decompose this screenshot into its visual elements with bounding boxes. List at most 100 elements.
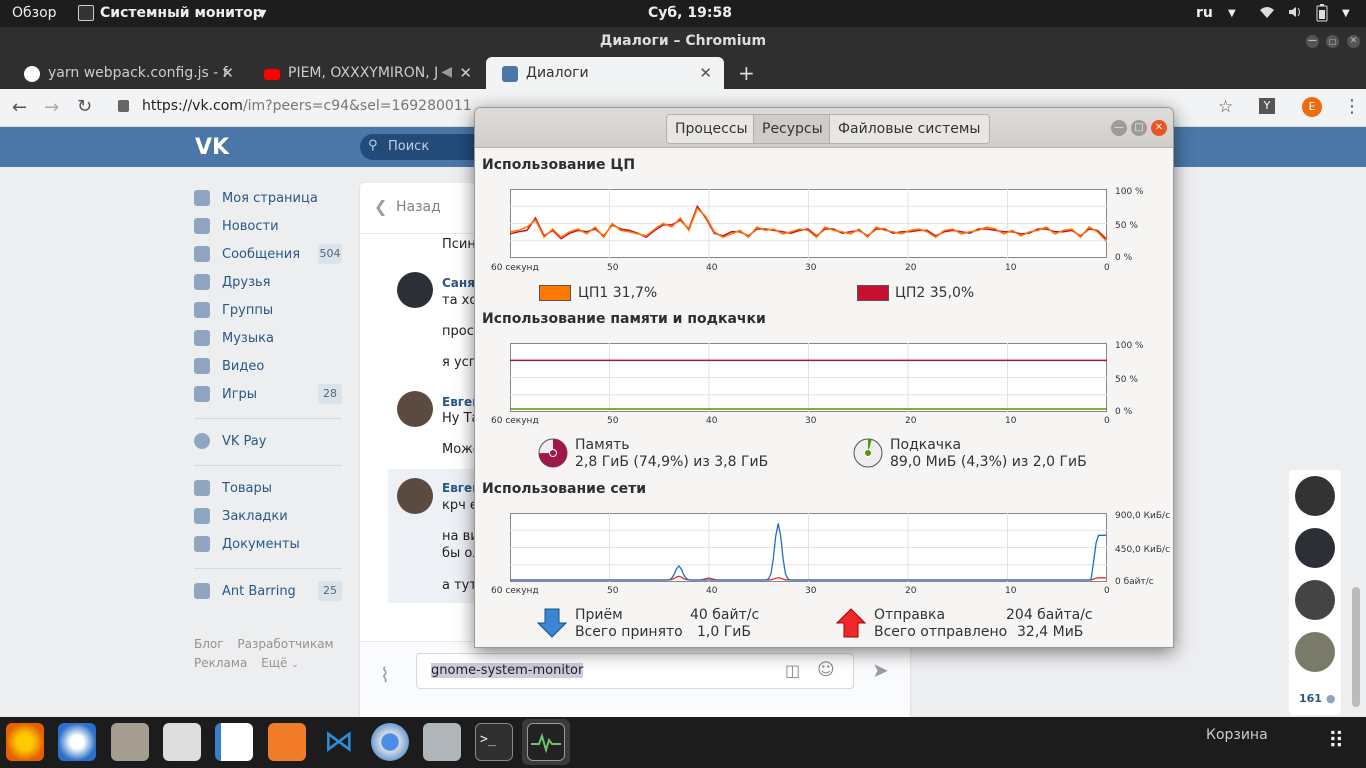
x-tick: 50 [607,416,619,426]
messages-badge: 504 [318,244,342,264]
close-icon[interactable]: ✕ [1347,35,1360,48]
games-badge: 28 [318,384,342,404]
camera-icon[interactable]: ◫ [785,661,800,680]
online-count[interactable]: 161 ● [1299,692,1335,705]
message-input[interactable]: gnome-system-monitor ◫ ☺ [416,653,854,689]
swap-pie-icon[interactable] [852,437,884,469]
window-title: Диалоги – Chromium [599,33,767,49]
close-icon[interactable]: ✕ [1151,120,1167,136]
menu-icon[interactable]: ⋮ [1343,96,1361,117]
close-tab-icon[interactable]: ✕ [459,64,472,82]
menu-label: Музыка [222,331,274,346]
send-total-label: Всего отправлено [874,624,1008,640]
avatar[interactable] [1295,528,1335,568]
footer-blog-link[interactable]: Блог [194,637,224,651]
avatar[interactable] [1295,476,1335,516]
receive-arrow-icon[interactable] [537,607,567,639]
bookmark-star-icon[interactable]: ☆ [1218,97,1233,117]
menu-label: Документы [222,537,300,552]
message-input-value: gnome-system-monitor [431,663,584,678]
app-menu[interactable]: Системный монитор [100,5,263,21]
footer-developers-link[interactable]: Разработчикам [237,637,333,651]
footer-ads-link[interactable]: Реклама [194,656,247,670]
tab-youtube[interactable]: PIEM, OXXXYMIRON, J ◀ ✕ [248,57,484,89]
disks-icon[interactable] [163,723,201,761]
activities-button[interactable]: Обзор [12,5,57,21]
files-icon[interactable] [111,723,149,761]
firefox-icon[interactable] [6,723,44,761]
thunderbird-icon[interactable] [58,723,96,761]
minimize-icon[interactable]: — [1111,120,1127,136]
search-icon: ⚲ [368,138,378,153]
send-rate: 204 байта/с [1006,607,1093,623]
divider [194,568,342,569]
back-chevron-icon[interactable]: ❮ [374,197,387,216]
avatar[interactable] [1295,632,1335,672]
memory-graph [510,343,1107,412]
trash-label[interactable]: Корзина [1206,727,1268,743]
x-tick: 60 секунд [491,586,539,596]
vscode-icon[interactable]: ⋈ [320,723,358,761]
mute-icon[interactable]: ◀ [441,64,452,80]
tab-dialogs[interactable]: Диалоги ✕ [486,57,724,89]
cpu1-color-swatch[interactable] [539,285,571,301]
send-arrow-icon[interactable] [836,607,866,639]
back-link[interactable]: Назад [396,199,441,215]
show-apps-icon[interactable]: ⠿ [1328,729,1344,754]
footer-more-link[interactable]: Ещё [261,656,287,670]
tab-processes[interactable]: Процессы [666,114,757,144]
scrollbar[interactable] [1352,587,1360,707]
memory-pie-icon[interactable] [537,437,569,469]
tab-label: yarn webpack.config.js - f [48,65,228,81]
clock[interactable]: Суб, 19:58 [648,5,732,21]
yandex-extension-icon[interactable]: Y [1259,98,1275,114]
tab-resources[interactable]: Ресурсы [753,114,832,144]
google-icon [24,66,40,82]
cpu2-color-swatch[interactable] [857,285,889,301]
profile-avatar[interactable]: E [1302,97,1322,117]
x-tick: 50 [607,263,619,273]
tab-filesystems[interactable]: Файловые системы [829,114,990,144]
groups-icon [194,302,210,318]
volume-icon[interactable] [1287,4,1303,24]
vk-logo-icon[interactable]: VK [195,135,229,160]
new-tab-icon[interactable]: + [738,61,755,85]
menu-label: Моя страница [222,191,318,206]
y-tick: 0 байт/с [1115,577,1154,587]
sysmon-headerbar: Процессы Ресурсы Файловые системы — □ ✕ [475,108,1173,148]
close-tab-icon[interactable]: ✕ [221,64,234,82]
chromium-icon[interactable] [371,723,409,761]
search-placeholder: Поиск [388,139,430,154]
x-tick: 30 [805,416,817,426]
avatar[interactable] [397,478,433,514]
wifi-icon[interactable] [1259,4,1275,24]
forward-icon[interactable]: → [44,97,59,118]
tab-webpack[interactable]: yarn webpack.config.js - f ✕ [8,57,246,89]
address-bar[interactable]: https://vk.com/im?peers=c94&sel=16928001… [142,98,472,114]
emoji-icon[interactable]: ☺ [817,660,835,680]
memory-section-title: Использование памяти и подкачки [482,311,766,327]
home-icon [194,190,210,206]
back-icon[interactable]: ← [12,97,27,118]
cpu-graph [510,189,1107,258]
attach-icon[interactable]: ⌇ [380,663,390,687]
maximize-icon[interactable]: □ [1326,35,1339,48]
chevron-down-icon: ▼ [1228,8,1236,19]
message-author[interactable]: Саня [442,276,475,290]
minimize-icon[interactable]: — [1306,35,1319,48]
sysmon-icon[interactable] [527,723,565,761]
writer-icon[interactable] [215,723,253,761]
close-tab-icon[interactable]: ✕ [699,64,712,82]
settings-icon[interactable] [423,723,461,761]
reload-icon[interactable]: ↻ [77,96,92,117]
lock-icon[interactable] [118,100,129,112]
avatar[interactable] [1295,580,1335,620]
terminal-icon[interactable]: >_ [475,723,513,761]
send-icon[interactable]: ➤ [872,658,889,682]
maximize-icon[interactable]: □ [1131,120,1147,136]
avatar[interactable] [397,272,433,308]
language-indicator[interactable]: ru [1196,5,1213,21]
battery-icon[interactable] [1316,4,1328,26]
software-icon[interactable] [268,723,306,761]
avatar[interactable] [397,391,433,427]
